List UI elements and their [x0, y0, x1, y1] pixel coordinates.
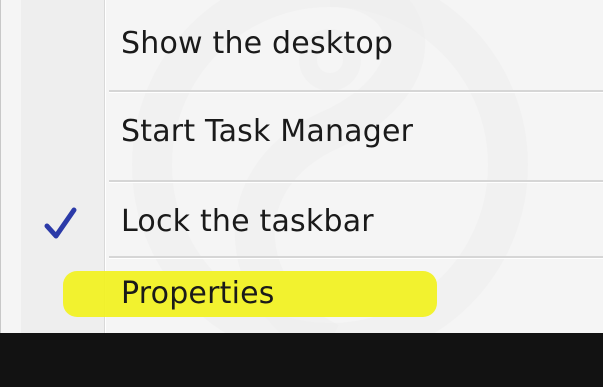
- menu-separator: [109, 256, 603, 259]
- taskbar-context-menu: Show the desktop Start Task Manager Lock…: [0, 0, 603, 333]
- menu-item-label: Properties: [121, 276, 275, 311]
- menu-item-start-task-manager[interactable]: Start Task Manager: [1, 102, 603, 162]
- menu-separator: [109, 90, 603, 93]
- check-icon: [44, 207, 77, 239]
- menu-item-lock-taskbar[interactable]: Lock the taskbar: [1, 192, 603, 252]
- menu-separator: [109, 180, 603, 183]
- taskbar[interactable]: [0, 333, 603, 387]
- menu-item-label: Start Task Manager: [121, 114, 414, 149]
- menu-item-label: Lock the taskbar: [121, 204, 374, 239]
- menu-item-show-desktop[interactable]: Show the desktop: [1, 14, 603, 74]
- menu-item-properties[interactable]: Properties: [1, 264, 603, 324]
- menu-item-label: Show the desktop: [121, 26, 394, 61]
- screen: Show the desktop Start Task Manager Lock…: [0, 0, 603, 387]
